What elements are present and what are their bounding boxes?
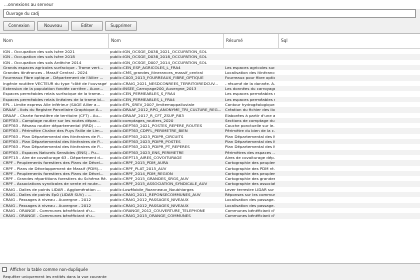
cell-summary: Communes bénéficiant d'... xyxy=(225,213,275,219)
table-row[interactable]: CRAIG - ORANGE - Communes bénéficiant d'… xyxy=(0,213,420,219)
delete-button[interactable]: Supprimer xyxy=(105,21,137,31)
window-title: ...onnexions au serveur xyxy=(0,0,420,9)
connect-button[interactable]: Connexion xyxy=(3,21,35,31)
layers-table[interactable]: Nom Nom Résumé Sql IGN - Occupation des … xyxy=(0,33,420,264)
table-body: IGN - Occupation des sols Isère 2021 publ… xyxy=(0,49,420,219)
cell-name: CRAIG - ORANGE - Communes bénéficiant d'… xyxy=(3,213,96,219)
edit-button[interactable]: Editer xyxy=(71,21,103,31)
column-header-nom[interactable]: Nom xyxy=(108,34,121,48)
table-header: Nom Nom Résumé Sql xyxy=(0,34,420,49)
non-duplicated-label: Afficher la table comme non-dupliquée xyxy=(10,267,88,272)
column-header-name[interactable]: Nom xyxy=(3,34,13,48)
status-bar: Requêter uniquement les entités dans la … xyxy=(0,273,420,280)
non-duplicated-checkbox[interactable] xyxy=(2,267,7,272)
toolbar: Connexion Nouveau Editer Supprimer xyxy=(3,21,137,31)
new-button[interactable]: Nouveau xyxy=(37,21,69,31)
filter-input[interactable]: Ouvrage du cadj xyxy=(3,9,416,18)
column-header-sql[interactable]: Sql xyxy=(278,34,287,48)
cell-table: public:CRAIG_2015_ORANGE_COMMUNES xyxy=(110,213,191,219)
column-header-summary[interactable]: Résumé xyxy=(223,34,243,48)
